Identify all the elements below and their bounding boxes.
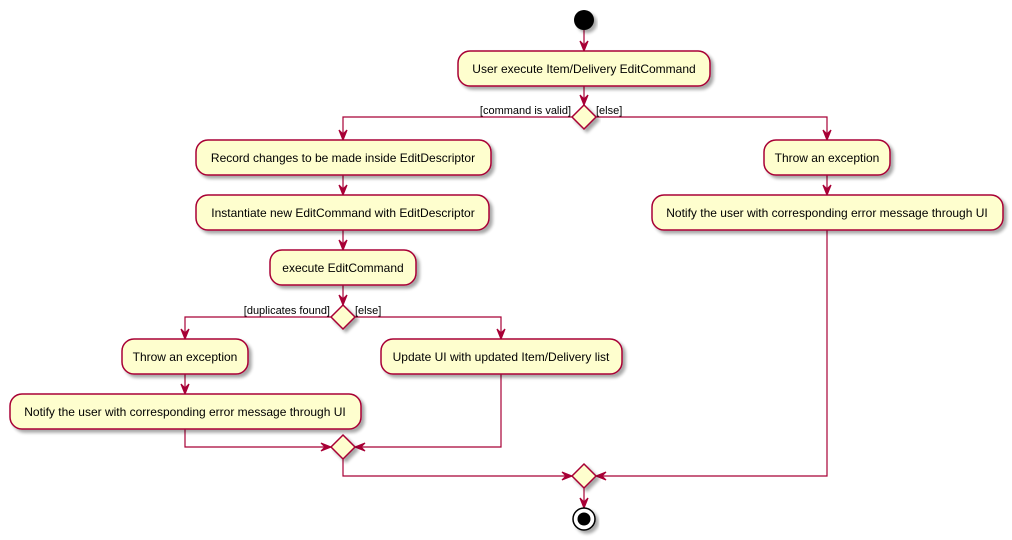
edge-notify-left-to-merge [184, 429, 331, 448]
guard-else-1: [else] [596, 105, 622, 117]
edge-else-branch [596, 116, 828, 140]
edge-dup-branch [184, 316, 331, 339]
merge-inner [329, 433, 357, 461]
merge-outer [570, 462, 598, 490]
activity-record-changes-label: Record changes to be made inside EditDes… [211, 151, 475, 165]
end-node [572, 507, 596, 531]
edge-notify-right-to-merge [596, 230, 828, 477]
edge-valid-branch [342, 116, 572, 140]
activity-throw-right-label: Throw an exception [775, 151, 880, 165]
start-node [574, 10, 594, 30]
guard-command-valid: [command is valid] [480, 105, 571, 117]
activity-notify-left-label: Notify the user with corresponding error… [24, 405, 346, 419]
edge-else2-branch [355, 316, 502, 339]
decision-duplicates [329, 303, 357, 331]
activity-notify-right-label: Notify the user with corresponding error… [666, 206, 988, 220]
guard-duplicates: [duplicates found] [244, 305, 330, 317]
activity-user-execute-label: User execute Item/Delivery EditCommand [472, 62, 695, 76]
guard-else-2: [else] [355, 305, 381, 317]
decision-command-valid [570, 103, 598, 131]
activity-throw-left-label: Throw an exception [133, 350, 238, 364]
edge-update-to-merge [355, 374, 502, 448]
activity-execute-label: execute EditCommand [282, 261, 403, 275]
activity-diagram: User execute Item/Delivery EditCommand R… [9, 10, 1004, 531]
edge-merge-inner-to-outer [342, 459, 572, 477]
activity-update-ui-label: Update UI with updated Item/Delivery lis… [393, 350, 610, 364]
activity-instantiate-label: Instantiate new EditCommand with EditDes… [211, 206, 474, 220]
